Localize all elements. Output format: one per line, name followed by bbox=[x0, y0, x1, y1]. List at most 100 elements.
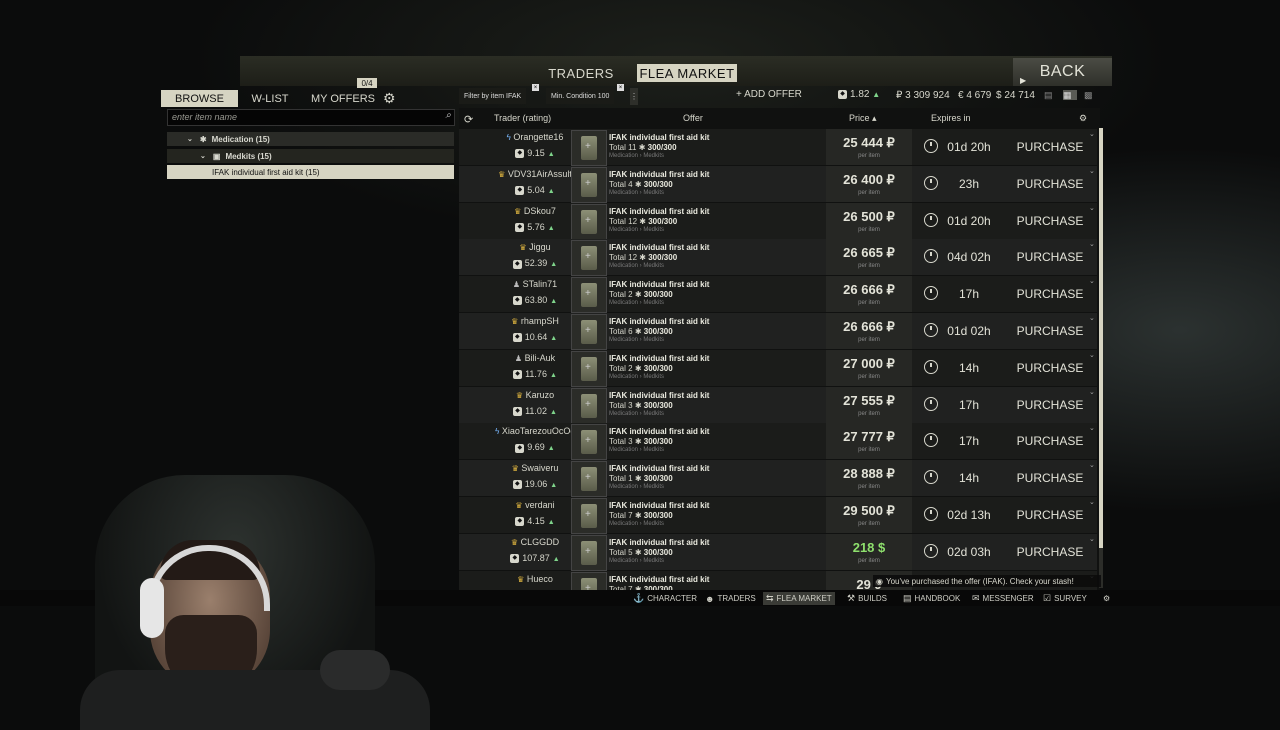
view-grid-icon[interactable]: ▩ bbox=[1084, 90, 1098, 100]
chevron-down-icon[interactable]: ⌄ bbox=[1089, 277, 1095, 285]
item-thumbnail[interactable] bbox=[571, 203, 607, 240]
table-row: ♛ CLGGDD◆107.87▲ IFAK individual first ai… bbox=[459, 533, 1097, 571]
per-item-label: per item bbox=[858, 521, 880, 527]
header-trader[interactable]: Trader (rating) bbox=[494, 113, 551, 123]
player-rating-value: 1.82 bbox=[850, 89, 870, 100]
item-thumbnail[interactable] bbox=[571, 314, 607, 350]
medication-icon: ✱ bbox=[199, 134, 207, 144]
chevron-down-icon[interactable]: ⌄ bbox=[1089, 240, 1095, 248]
chevron-down-icon[interactable]: ⌄ bbox=[1089, 167, 1095, 175]
tab-flea-market[interactable]: FLEA MARKET bbox=[637, 64, 737, 82]
scrollbar-thumb[interactable] bbox=[1099, 128, 1103, 548]
purchase-button[interactable]: PURCHASE bbox=[1004, 361, 1096, 375]
view-list-icon[interactable]: ▤ bbox=[1044, 90, 1058, 100]
purchase-button[interactable]: PURCHASE bbox=[1004, 545, 1096, 559]
condition-value: 300/300 bbox=[643, 363, 673, 373]
item-thumbnail[interactable] bbox=[571, 387, 607, 424]
flea-market-icon: ⇆ bbox=[766, 593, 774, 603]
nav-handbook[interactable]: ▤ HANDBOOK bbox=[900, 592, 963, 605]
purchase-button[interactable]: PURCHASE bbox=[1004, 324, 1096, 338]
add-offer-button[interactable]: + ADD OFFER bbox=[736, 89, 802, 100]
total-value: 12 bbox=[628, 216, 638, 226]
chevron-down-icon[interactable]: ⌄ bbox=[1089, 461, 1095, 469]
gear-icon[interactable]: ⚙ bbox=[383, 90, 396, 107]
item-thumbnail[interactable] bbox=[571, 424, 607, 461]
nav-messenger[interactable]: ✉ MESSENGER bbox=[969, 592, 1037, 605]
total-value: 2 bbox=[628, 290, 633, 300]
expires-value: 17h bbox=[958, 287, 980, 302]
rating-icon: ◆ bbox=[515, 149, 525, 159]
item-total: Total 3 ✱ 300/300 bbox=[609, 437, 673, 446]
purchase-button[interactable]: PURCHASE bbox=[1004, 250, 1096, 264]
purchase-button[interactable]: PURCHASE bbox=[1004, 214, 1096, 228]
purchase-button[interactable]: PURCHASE bbox=[1004, 471, 1096, 485]
chevron-down-icon[interactable]: ⌄ bbox=[1089, 535, 1095, 543]
durability-icon: ✱ bbox=[634, 437, 642, 447]
chevron-down-icon[interactable]: ⌄ bbox=[1089, 498, 1095, 506]
settings-gear-icon[interactable]: ⚙ bbox=[1100, 592, 1113, 605]
tab-browse[interactable]: BROWSE bbox=[161, 90, 238, 107]
purchase-button[interactable]: PURCHASE bbox=[1004, 508, 1096, 522]
condition-value: 300/300 bbox=[648, 216, 678, 226]
chevron-down-icon[interactable]: ⌄ bbox=[1089, 130, 1095, 138]
item-thumbnail[interactable] bbox=[571, 461, 607, 498]
close-icon[interactable]: × bbox=[617, 84, 624, 91]
back-button[interactable]: BACK bbox=[1013, 58, 1112, 86]
tab-wlist[interactable]: W-LIST bbox=[245, 90, 295, 107]
euros-balance: € 4 679 bbox=[958, 90, 992, 101]
item-category-path: Medication › Medkits bbox=[609, 300, 665, 307]
more-options-icon[interactable]: ⋮ bbox=[630, 88, 638, 105]
tab-traders[interactable]: TRADERS bbox=[545, 64, 617, 82]
header-expires[interactable]: Expires in bbox=[931, 113, 971, 123]
category-medkits[interactable]: ⌄ ▣ Medkits (15) bbox=[167, 149, 454, 163]
item-thumbnail[interactable] bbox=[571, 571, 607, 590]
view-rows-icon[interactable]: ▦ bbox=[1063, 90, 1077, 100]
trader-name-text: Swaiveru bbox=[521, 463, 559, 474]
refresh-icon[interactable]: ⟳ bbox=[464, 113, 473, 126]
total-value: 5 bbox=[628, 547, 633, 557]
item-thumbnail[interactable] bbox=[571, 130, 607, 166]
ifak-icon bbox=[581, 356, 597, 381]
item-thumbnail[interactable] bbox=[571, 534, 607, 571]
item-thumbnail[interactable] bbox=[571, 166, 607, 203]
offer-price: 29 500 ₽ bbox=[843, 503, 895, 518]
search-icon[interactable]: ⌕ bbox=[445, 110, 451, 121]
min-condition-chip[interactable]: Min. Condition 100 bbox=[546, 88, 615, 104]
header-offer[interactable]: Offer bbox=[683, 113, 703, 123]
category-label: Medkits (15) bbox=[225, 151, 272, 161]
item-thumbnail[interactable] bbox=[571, 277, 607, 314]
search-input[interactable]: enter item name ⌕ bbox=[167, 109, 455, 126]
nav-character[interactable]: ⚓ CHARACTER bbox=[630, 592, 700, 605]
item-category-path: Medication › Medkits bbox=[609, 189, 665, 196]
trader-name-text: verdani bbox=[525, 500, 555, 510]
filter-by-item-chip[interactable]: Filter by item IFAK bbox=[459, 88, 527, 104]
chevron-down-icon[interactable]: ⌄ bbox=[1089, 204, 1095, 212]
category-ifak[interactable]: IFAK individual first aid kit (15) bbox=[167, 165, 454, 179]
condition-value: 300/300 bbox=[643, 400, 673, 410]
item-thumbnail[interactable] bbox=[571, 498, 607, 534]
nav-builds[interactable]: ⚒ BUILDS bbox=[844, 592, 890, 605]
purchase-button[interactable]: PURCHASE bbox=[1004, 177, 1096, 191]
durability-icon: ✱ bbox=[634, 363, 642, 373]
item-thumbnail[interactable] bbox=[571, 350, 607, 387]
purchase-button[interactable]: PURCHASE bbox=[1004, 287, 1096, 301]
category-medication[interactable]: ⌄ ✱ Medication (15) bbox=[167, 132, 454, 146]
chevron-down-icon[interactable]: ⌄ bbox=[1089, 388, 1095, 396]
chevron-down-icon[interactable]: ⌄ bbox=[1089, 424, 1095, 432]
header-price[interactable]: Price ▴ bbox=[849, 113, 877, 124]
purchase-button[interactable]: PURCHASE bbox=[1004, 434, 1096, 448]
purchase-button[interactable]: PURCHASE bbox=[1004, 398, 1096, 412]
chevron-down-icon[interactable]: ⌄ bbox=[1089, 314, 1095, 322]
nav-flea-market[interactable]: ⇆ FLEA MARKET bbox=[763, 592, 835, 605]
chevron-down-icon[interactable]: ⌄ bbox=[1089, 351, 1095, 359]
close-icon[interactable]: × bbox=[532, 84, 539, 91]
rating-icon: ◆ bbox=[515, 185, 525, 195]
item-name: IFAK individual first aid kit bbox=[609, 537, 710, 547]
tab-my-offers[interactable]: MY OFFERS bbox=[310, 90, 376, 107]
offer-price: 26 666 ₽ bbox=[843, 319, 895, 334]
nav-survey[interactable]: ☑ SURVEY bbox=[1040, 592, 1090, 605]
purchase-button[interactable]: PURCHASE bbox=[1004, 140, 1096, 154]
item-thumbnail[interactable] bbox=[571, 240, 607, 277]
settings-icon[interactable]: ⚙ bbox=[1079, 113, 1087, 124]
nav-traders[interactable]: ☻ TRADERS bbox=[702, 592, 759, 605]
